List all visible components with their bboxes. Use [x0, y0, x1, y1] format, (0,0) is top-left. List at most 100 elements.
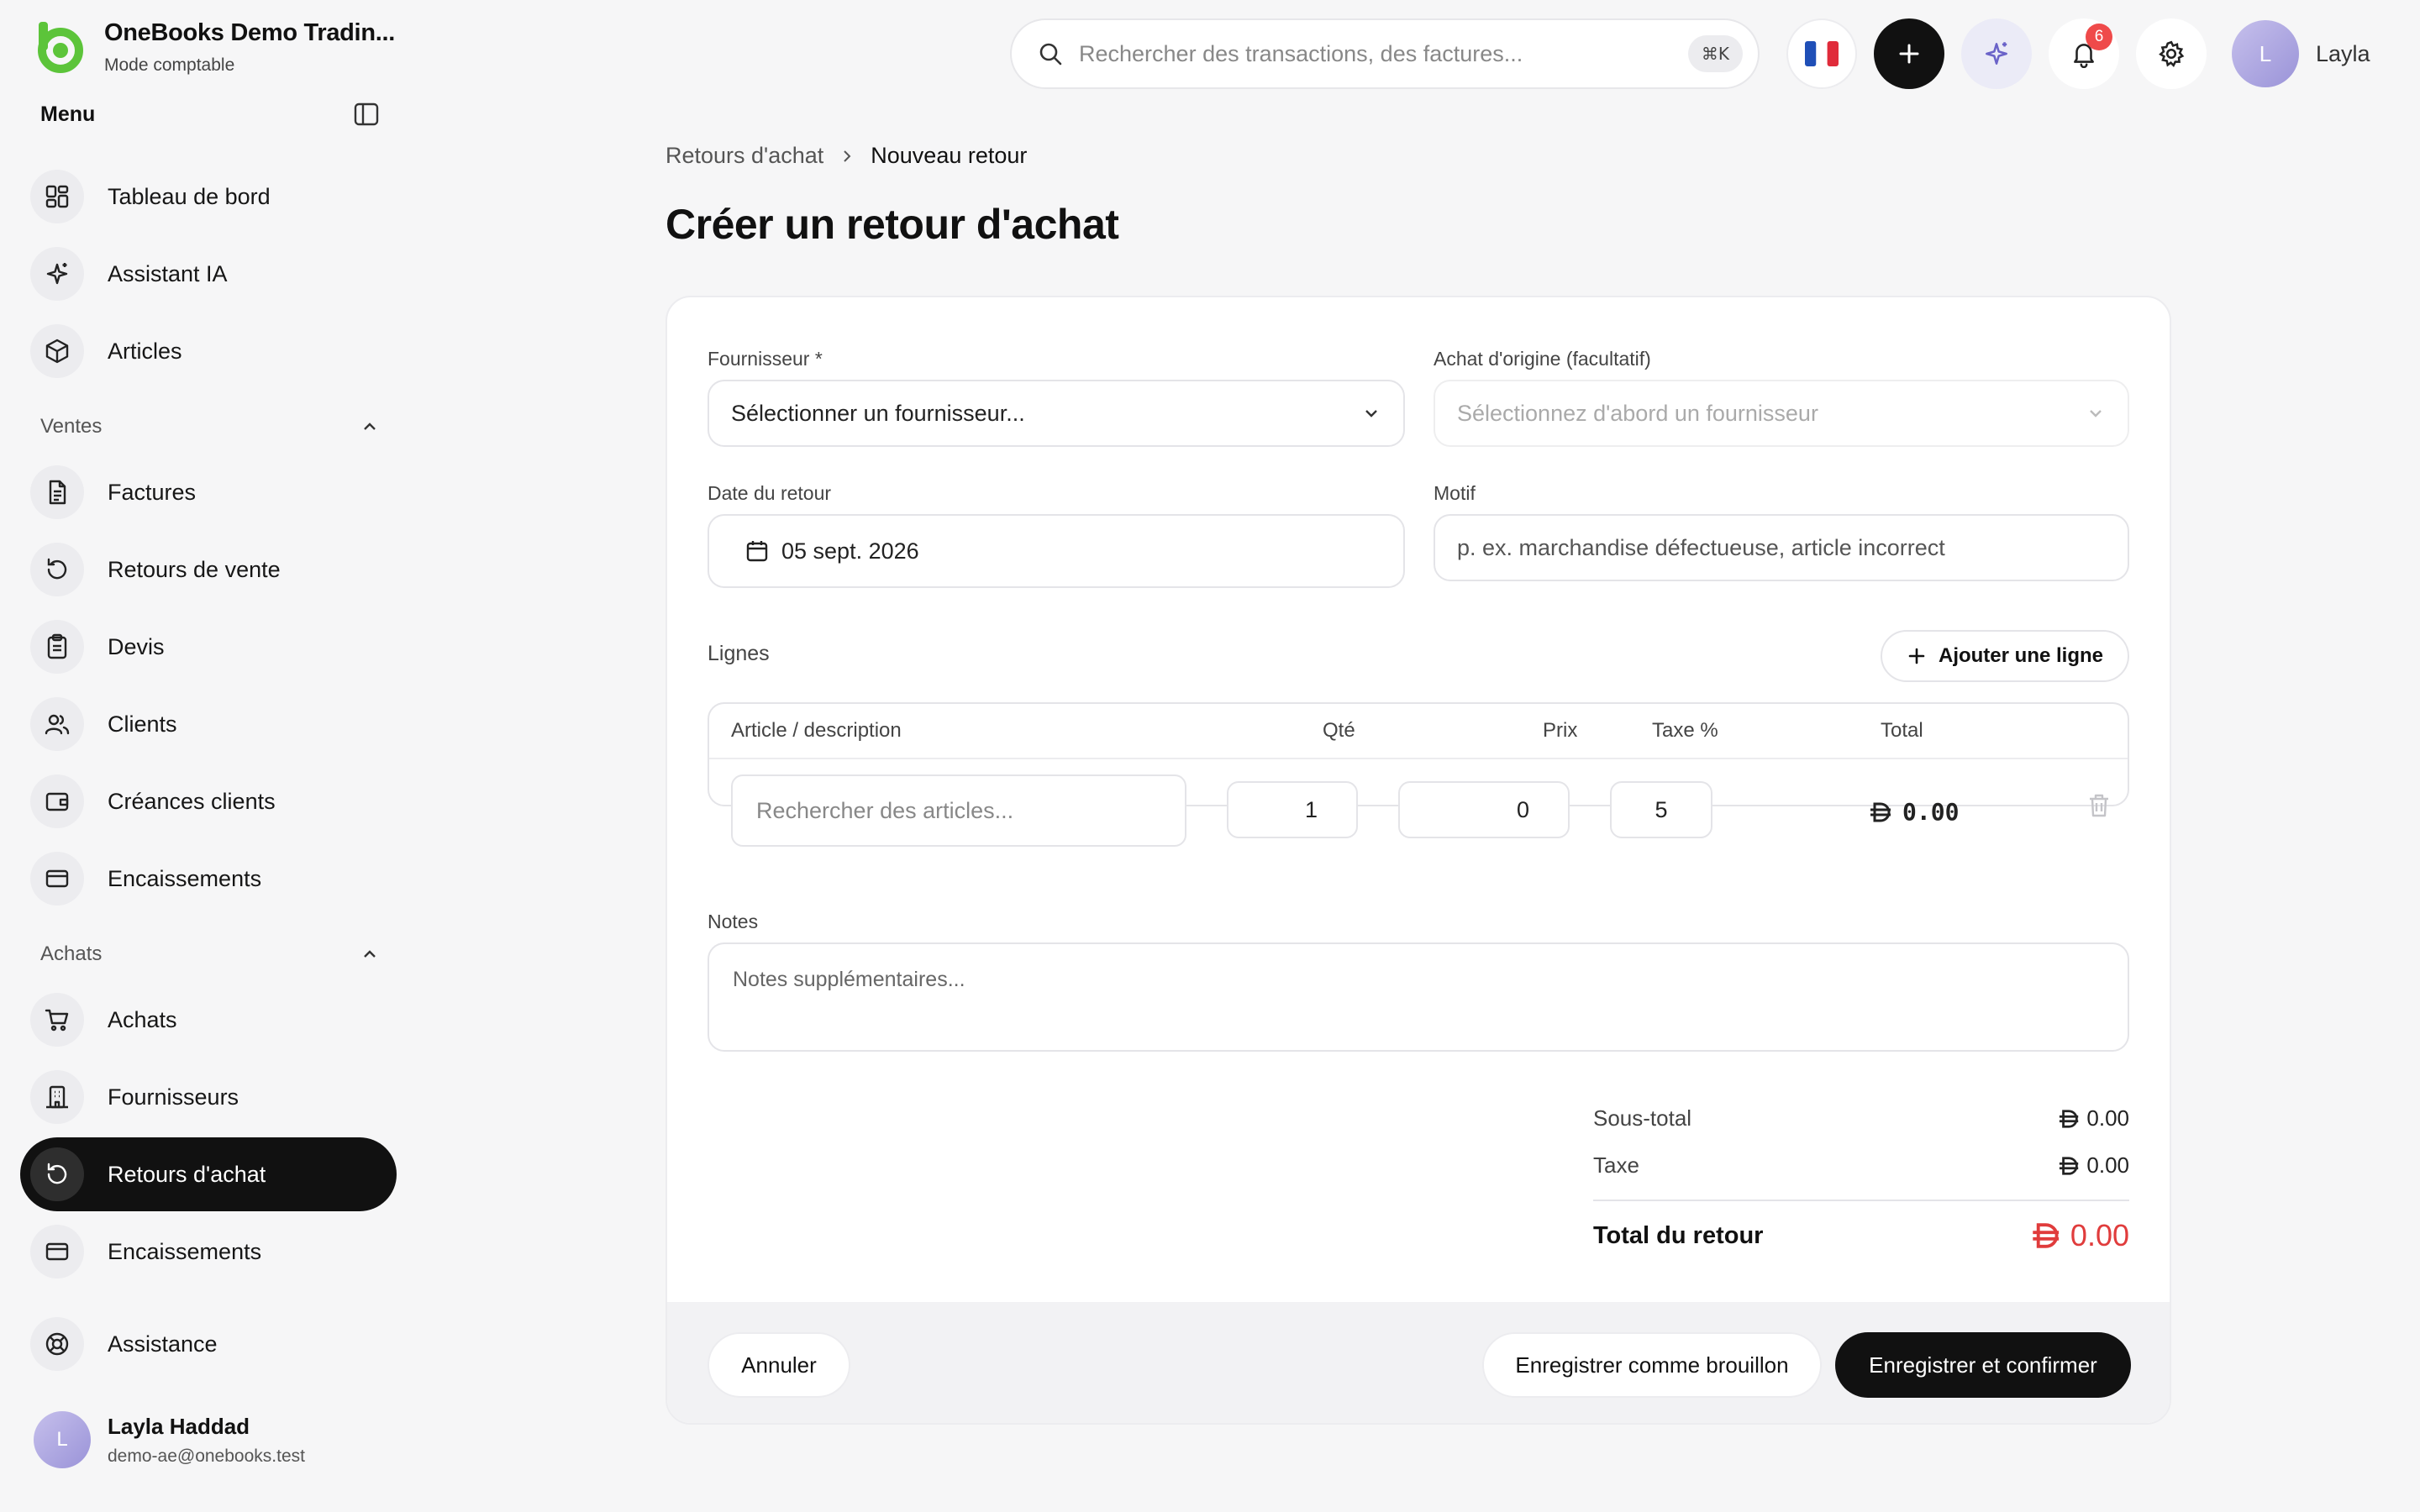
return-date-label: Date du retour: [708, 482, 832, 504]
french-flag-icon: [1805, 41, 1839, 66]
notes-placeholder: Notes supplémentaires...: [733, 968, 965, 991]
dirham-icon: [1870, 802, 1891, 822]
search-icon: [1039, 43, 1062, 66]
wallet-icon: [30, 774, 84, 828]
company-mode: Mode comptable: [104, 55, 235, 75]
tax-label: Taxe: [1593, 1152, 1639, 1178]
breadcrumb-parent[interactable]: Retours d'achat: [666, 143, 823, 169]
credit-card-icon: [30, 1225, 84, 1278]
sidebar-item-purchase-returns[interactable]: Retours d'achat: [20, 1137, 397, 1211]
section-purchases[interactable]: Achats: [40, 942, 380, 966]
chevron-down-icon: [1365, 410, 1377, 417]
sidebar-item-collections-purchases[interactable]: Encaissements: [20, 1215, 397, 1289]
add-line-label: Ajouter une ligne: [1938, 644, 2103, 667]
sidebar-item-dashboard[interactable]: Tableau de bord: [20, 160, 397, 234]
dirham-icon: [2060, 1109, 2079, 1128]
sparkles-icon: [30, 247, 84, 301]
line-qty-input[interactable]: 1: [1227, 781, 1358, 838]
global-search[interactable]: Rechercher des transactions, des facture…: [1010, 18, 1760, 89]
language-button[interactable]: [1786, 18, 1857, 89]
sidebar-item-label: Articles: [108, 338, 182, 364]
sidebar-item-invoices[interactable]: Factures: [20, 455, 397, 529]
sidebar-item-quotes[interactable]: Devis: [20, 610, 397, 684]
sidebar-item-support[interactable]: Assistance: [20, 1307, 397, 1381]
trash-icon[interactable]: [2087, 793, 2111, 818]
section-purchases-label: Achats: [40, 942, 103, 965]
column-header-tax: Taxe %: [1652, 719, 1718, 742]
tax-row: Taxe 0.00: [1593, 1152, 2129, 1179]
line-tax-input[interactable]: 5: [1610, 781, 1712, 838]
company-name: OneBooks Demo Tradin...: [104, 18, 395, 46]
supplier-select-value: Sélectionner un fournisseur...: [731, 400, 1025, 426]
column-header-price: Prix: [1543, 719, 1578, 742]
search-shortcut: ⌘K: [1687, 35, 1743, 72]
sidebar-item-label: Devis: [108, 633, 165, 659]
sidebar-item-clients[interactable]: Clients: [20, 687, 397, 761]
sidebar-item-label: Créances clients: [108, 788, 276, 814]
sidebar-item-collections-sales[interactable]: Encaissements: [20, 842, 397, 916]
total-label: Total du retour: [1593, 1221, 1764, 1249]
sidebar-item-suppliers[interactable]: Fournisseurs: [20, 1060, 397, 1134]
chevron-up-icon[interactable]: [360, 417, 380, 437]
dashboard-icon: [30, 170, 84, 223]
section-sales[interactable]: Ventes: [40, 415, 380, 438]
menu-title: Menu: [40, 102, 96, 126]
line-article-input[interactable]: Rechercher des articles...: [731, 774, 1186, 847]
sidebar-item-label: Tableau de bord: [108, 183, 271, 209]
sidebar-item-label: Assistance: [108, 1331, 218, 1357]
line-qty-value: 1: [1304, 796, 1318, 822]
sidebar-user[interactable]: L Layla Haddad demo-ae@onebooks.test: [34, 1411, 305, 1468]
chevron-down-icon: [2090, 410, 2102, 417]
create-button[interactable]: [1874, 18, 1944, 89]
notifications-button[interactable]: 6: [2049, 18, 2119, 89]
chevron-right-icon: [844, 150, 851, 162]
sidebar-item-label: Clients: [108, 711, 177, 737]
return-date-input[interactable]: 05 sept. 2026: [708, 514, 1405, 588]
cancel-button[interactable]: Annuler: [708, 1332, 850, 1398]
plus-icon: [1899, 44, 1919, 64]
sidebar-item-label: Retours de vente: [108, 556, 281, 582]
sidebar-item-label: Achats: [108, 1006, 177, 1032]
clipboard-icon: [30, 620, 84, 674]
sidebar-item-articles[interactable]: Articles: [20, 314, 397, 388]
line-price-value: 0: [1516, 796, 1529, 822]
sidebar-item-label: Assistant IA: [108, 260, 228, 286]
column-header-total: Total: [1881, 719, 1923, 742]
sidebar-item-sales-returns[interactable]: Retours de vente: [20, 533, 397, 606]
users-icon: [30, 697, 84, 751]
sparkles-icon: [1986, 42, 2007, 65]
sidebar-item-receivables[interactable]: Créances clients: [20, 764, 397, 838]
origin-purchase-select[interactable]: Sélectionnez d'abord un fournisseur: [1434, 380, 2129, 447]
breadcrumb-current: Nouveau retour: [871, 143, 1028, 168]
sidebar-item-purchases[interactable]: Achats: [20, 983, 397, 1057]
page-title: Créer un retour d'achat: [666, 201, 1119, 248]
add-line-button[interactable]: Ajouter une ligne: [1881, 630, 2129, 682]
search-input[interactable]: Rechercher des transactions, des facture…: [1079, 41, 1688, 67]
reason-label: Motif: [1434, 482, 1476, 504]
notes-textarea[interactable]: Notes supplémentaires...: [708, 942, 2129, 1052]
user-name: Layla Haddad: [108, 1413, 250, 1439]
supplier-select[interactable]: Sélectionner un fournisseur...: [708, 380, 1405, 447]
subtotal-label: Sous-total: [1593, 1105, 1692, 1131]
ai-assistant-button[interactable]: [1961, 18, 2032, 89]
save-confirm-button[interactable]: Enregistrer et confirmer: [1835, 1332, 2131, 1398]
return-date-value: 05 sept. 2026: [781, 538, 919, 564]
brand[interactable]: OneBooks Demo Tradin... Mode comptable: [30, 17, 395, 77]
chevron-up-icon[interactable]: [360, 944, 380, 964]
user-menu[interactable]: L Layla: [2232, 20, 2370, 87]
save-draft-button[interactable]: Enregistrer comme brouillon: [1482, 1332, 1822, 1398]
reason-input[interactable]: p. ex. marchandise défectueuse, article …: [1434, 514, 2129, 581]
line-price-input[interactable]: 0: [1398, 781, 1570, 838]
calendar-icon: [746, 541, 768, 562]
sidebar-toggle-icon[interactable]: [353, 101, 380, 128]
rotate-ccw-icon: [30, 543, 84, 596]
tax-value: 0.00: [2086, 1152, 2129, 1178]
package-icon: [30, 324, 84, 378]
settings-button[interactable]: [2136, 18, 2207, 89]
line-total-value: 0.00: [1902, 798, 1960, 826]
form-footer: Annuler Enregistrer comme brouillon Enre…: [667, 1302, 2170, 1423]
summary-divider: [1593, 1200, 2129, 1201]
sidebar-item-ai-assistant[interactable]: Assistant IA: [20, 237, 397, 311]
origin-label: Achat d'origine (facultatif): [1434, 348, 1651, 370]
brand-logo-icon: [38, 22, 83, 73]
